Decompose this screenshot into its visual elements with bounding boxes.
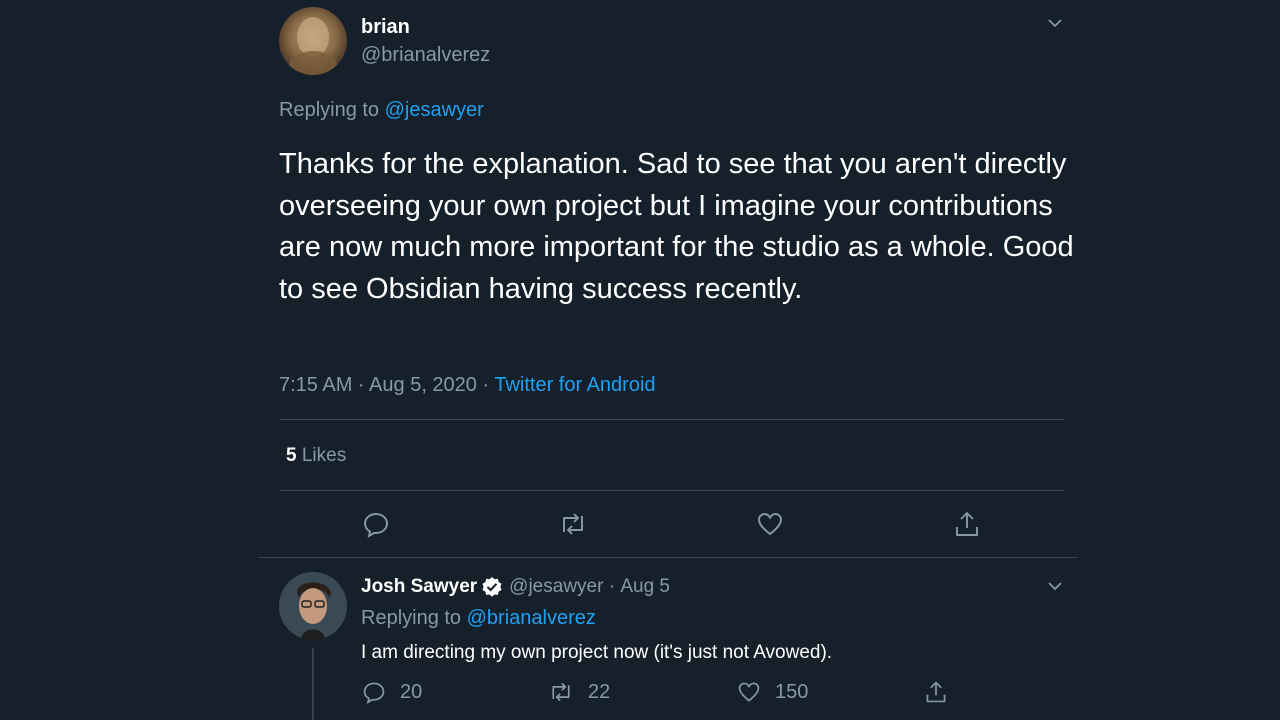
reply-action[interactable]: 20 (362, 680, 422, 704)
retweet-icon[interactable] (558, 510, 588, 538)
display-name[interactable]: brian (361, 16, 410, 39)
share-icon[interactable] (953, 510, 981, 538)
likes-count: 5 (286, 445, 297, 466)
likes-label: Likes (301, 445, 347, 466)
divider (258, 557, 1078, 558)
like-action[interactable]: 150 (737, 680, 808, 704)
heart-icon[interactable] (756, 510, 784, 538)
tweet-text: I am directing my own project now (it's … (361, 642, 833, 663)
like-count: 150 (775, 680, 809, 703)
chevron-down-icon[interactable] (1045, 13, 1065, 33)
replying-prefix: Replying to (279, 99, 380, 121)
comment-icon[interactable] (362, 510, 390, 538)
thread-line (312, 648, 314, 720)
avatar[interactable] (279, 7, 347, 75)
divider (279, 419, 1065, 420)
tweet-meta: 7:15 AM · Aug 5, 2020 · Twitter for Andr… (279, 374, 656, 397)
separator: · (603, 576, 621, 597)
replying-to-link[interactable]: @brianalverez (467, 607, 596, 629)
retweet-count: 22 (588, 680, 611, 703)
retweet-action[interactable]: 22 (548, 680, 610, 704)
avatar[interactable] (279, 572, 347, 640)
timestamp[interactable]: 7:15 AM · Aug 5, 2020 · (279, 374, 494, 396)
comment-icon (362, 680, 386, 704)
verified-badge-icon (481, 576, 503, 598)
retweet-icon (548, 680, 574, 704)
heart-icon (737, 680, 761, 704)
source-link[interactable]: Twitter for Android (494, 374, 655, 396)
handle[interactable]: @jesawyer (509, 576, 603, 598)
reply-count: 20 (400, 680, 423, 703)
tweet-date[interactable]: Aug 5 (620, 576, 670, 598)
share-icon[interactable] (924, 680, 948, 704)
replying-to-line: Replying to @brianalverez (361, 607, 596, 630)
tweet-text: Thanks for the explanation. Sad to see t… (279, 148, 1074, 305)
display-name[interactable]: Josh Sawyer (361, 576, 477, 598)
handle[interactable]: @brianalverez (361, 44, 490, 67)
replying-to-line: Replying to @jesawyer (279, 99, 484, 122)
divider (279, 490, 1065, 491)
chevron-down-icon[interactable] (1045, 576, 1065, 596)
reply-header: Josh Sawyer @jesawyer · Aug 5 (361, 576, 670, 598)
replying-to-link[interactable]: @jesawyer (385, 99, 484, 121)
likes-stat[interactable]: 5 Likes (286, 445, 346, 467)
replying-prefix: Replying to (361, 607, 462, 629)
